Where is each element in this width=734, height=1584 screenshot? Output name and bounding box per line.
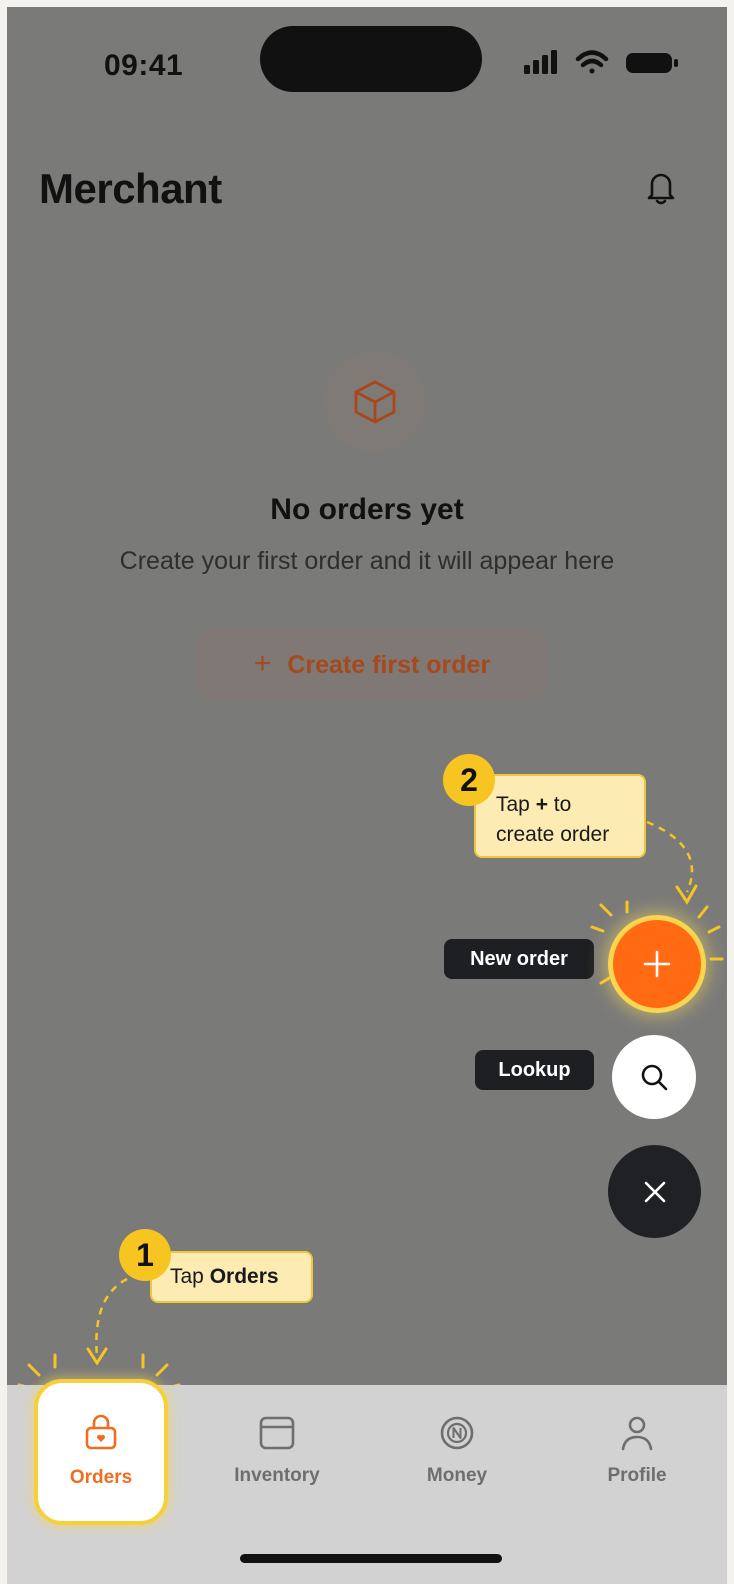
coachmark-2-line2: create order [496,823,610,846]
window-icon [259,1416,295,1450]
coachmark-1-text: Tap Orders [170,1265,279,1288]
close-icon [644,1181,665,1202]
coachmark-2-badge: 2 [443,754,495,806]
coachmark-2-callout: Tap + to create order [474,774,646,858]
search-icon [641,1064,668,1091]
close-fab-menu-button[interactable] [608,1145,701,1238]
arrow-to-fab [646,820,694,893]
coin-icon [440,1416,474,1450]
home-indicator[interactable] [240,1554,502,1563]
coachmark-1-callout: Tap Orders [150,1251,313,1303]
phone-screen: 09:41 Merchant No orders yet Create your… [7,7,727,1584]
tab-inventory[interactable]: Inventory [187,1385,367,1505]
coachmark-2-line1: Tap + to [496,793,572,816]
tab-profile-label: Profile [607,1465,667,1486]
tab-profile[interactable]: Profile [547,1385,727,1505]
arrow-to-orders [95,1277,128,1358]
plus-icon [643,950,671,978]
tab-orders[interactable]: Orders [34,1379,168,1525]
tab-orders-label: Orders [69,1467,133,1488]
lock-bag-icon [85,1414,117,1450]
new-order-label[interactable]: New order [444,939,594,979]
tab-money[interactable]: Money [367,1385,547,1505]
tab-money-label: Money [426,1465,488,1486]
person-icon [621,1416,653,1451]
coachmark-1-badge: 1 [119,1229,171,1281]
lookup-fab[interactable] [612,1035,696,1119]
tab-inventory-label: Inventory [234,1465,320,1486]
arrow-head-fab [675,884,698,905]
lookup-label[interactable]: Lookup [475,1050,594,1090]
new-order-fab[interactable] [613,920,701,1008]
